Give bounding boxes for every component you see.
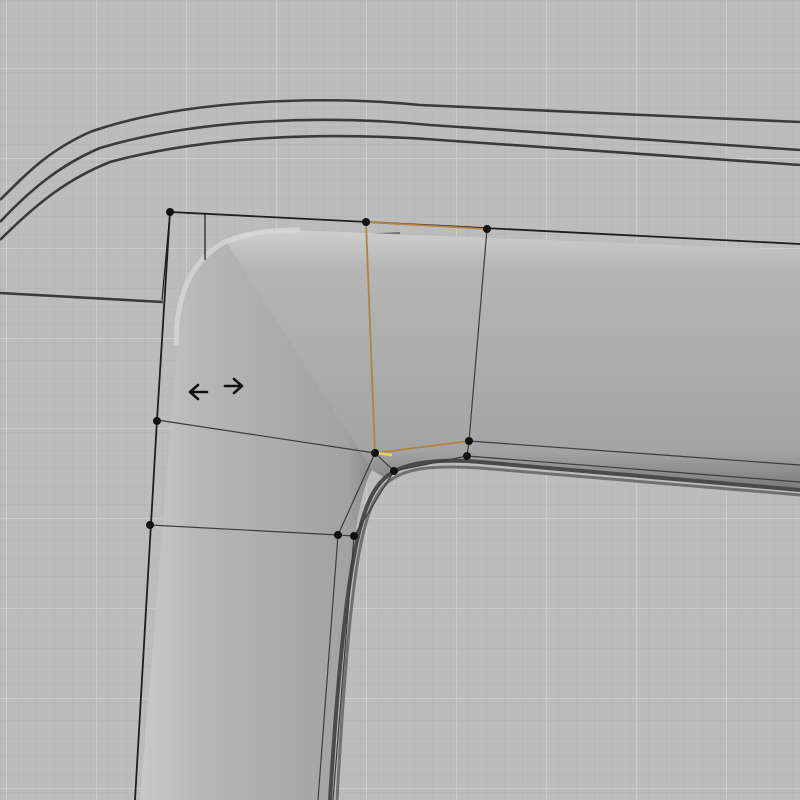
3d-viewport[interactable] xyxy=(0,0,800,800)
vertex xyxy=(334,531,342,539)
vertex xyxy=(362,218,370,226)
vertex xyxy=(350,532,358,540)
viewport-canvas[interactable] xyxy=(0,0,800,800)
vertex xyxy=(146,521,154,529)
vertex xyxy=(463,452,471,460)
vertex xyxy=(166,208,174,216)
vertex xyxy=(371,449,379,457)
vertex xyxy=(153,417,161,425)
vertex xyxy=(390,467,398,475)
vertex xyxy=(483,225,491,233)
vertex xyxy=(465,437,473,445)
